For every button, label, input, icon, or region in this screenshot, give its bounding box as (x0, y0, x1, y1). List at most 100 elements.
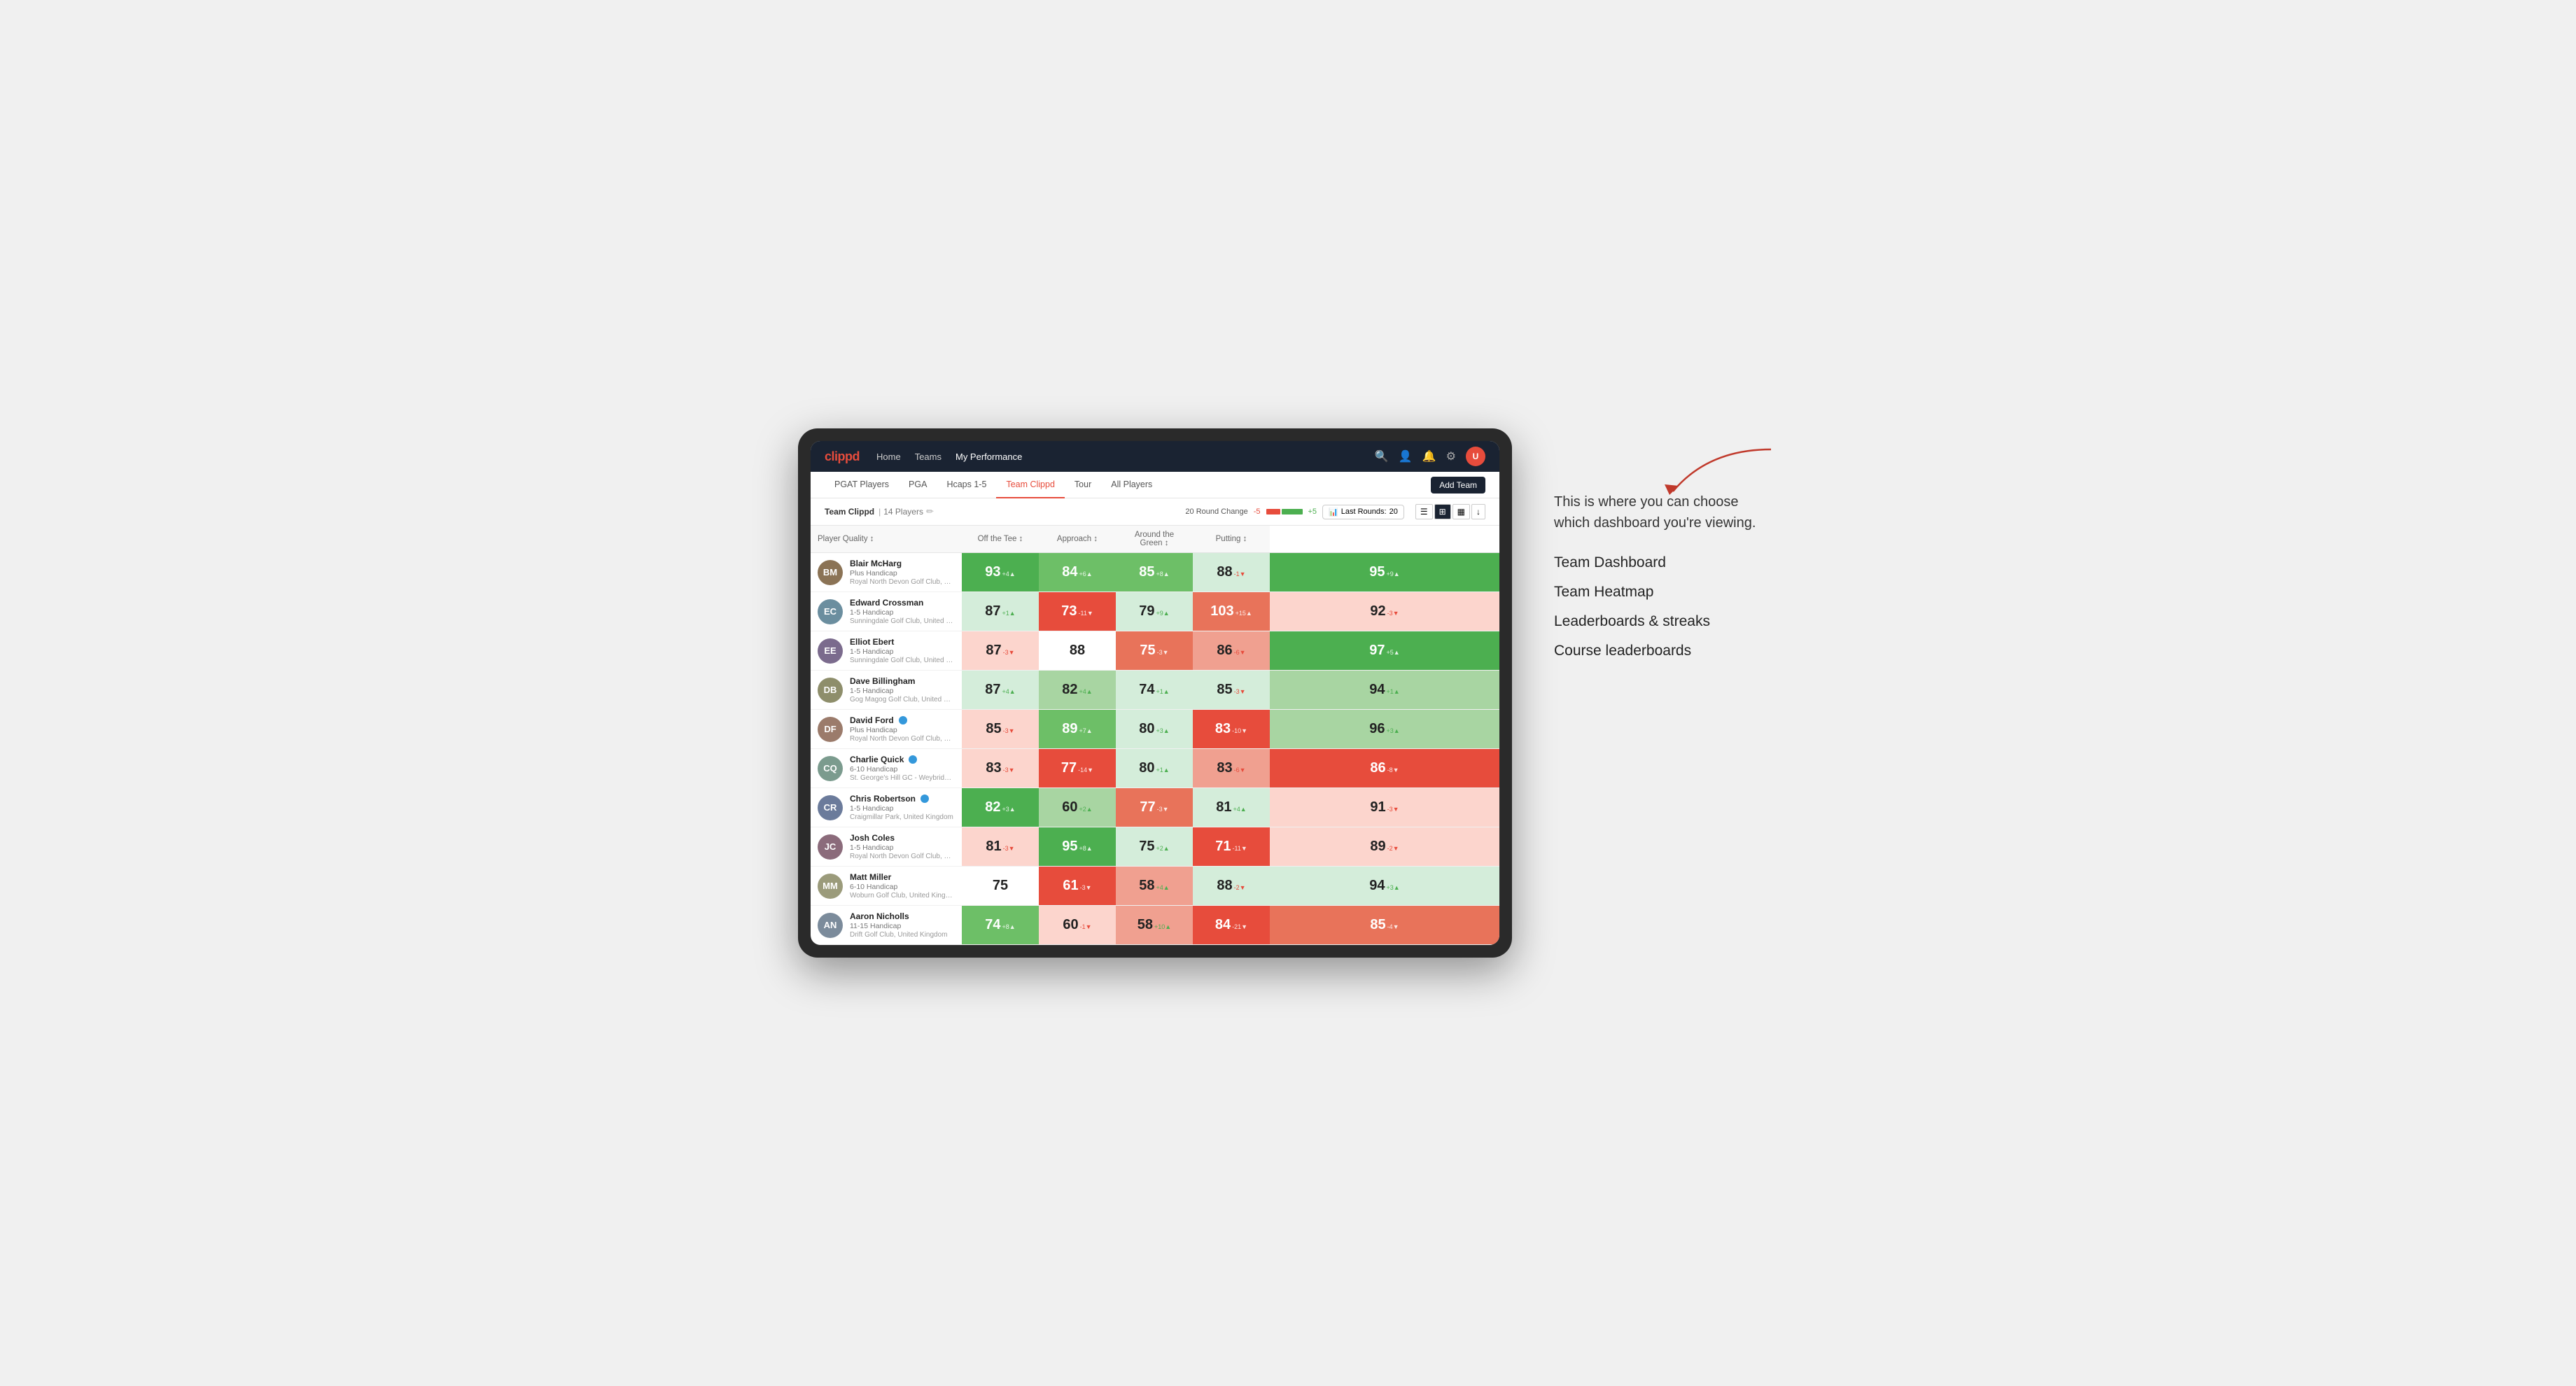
metric-change: -11▼ (1079, 610, 1093, 617)
player-cell-8[interactable]: MM Matt Miller 6-10 Handicap Woburn Golf… (811, 867, 962, 906)
metric-inner: 87 -3▼ (962, 631, 1039, 670)
player-info: Blair McHarg Plus Handicap Royal North D… (850, 559, 955, 586)
metric-change: -4▼ (1387, 923, 1399, 930)
player-cell-6[interactable]: CR Chris Robertson 1-5 Handicap Craigmil… (811, 788, 962, 827)
nav-my-performance[interactable]: My Performance (955, 449, 1022, 465)
player-name: Charlie Quick (850, 755, 955, 764)
add-team-button[interactable]: Add Team (1431, 477, 1485, 493)
metric-inner: 77 -14▼ (1039, 749, 1116, 788)
table-row: JC Josh Coles 1-5 Handicap Royal North D… (811, 827, 1499, 867)
nav-home[interactable]: Home (876, 449, 901, 465)
metric-value: 84 (1062, 564, 1077, 580)
sub-nav-hcaps[interactable]: Hcaps 1-5 (937, 472, 996, 498)
edit-icon[interactable]: ✏ (926, 506, 934, 517)
metric-value: 87 (986, 643, 1001, 659)
metric-change: +7▲ (1079, 727, 1093, 734)
metric-value: 71 (1215, 839, 1231, 855)
metric-cell-r7-c0: 81 -3▼ (962, 827, 1039, 867)
metric-cell-r9-c3: 84 -21▼ (1193, 906, 1270, 945)
settings-icon[interactable]: ⚙ (1446, 449, 1456, 463)
metric-cell-r2-c0: 87 -3▼ (962, 631, 1039, 671)
metric-inner: 77 -3▼ (1116, 788, 1193, 827)
nav-teams[interactable]: Teams (915, 449, 941, 465)
metric-value: 81 (1216, 799, 1231, 816)
col-putting[interactable]: Putting ↕ (1193, 526, 1270, 553)
tablet-screen: clippd Home Teams My Performance 🔍 👤 🔔 ⚙… (811, 441, 1499, 945)
player-club: Woburn Golf Club, United Kingdom (850, 892, 955, 899)
table-header-row: Player Quality ↕ Off the Tee ↕ Approach … (811, 526, 1499, 553)
player-cell-0[interactable]: BM Blair McHarg Plus Handicap Royal Nort… (811, 553, 962, 592)
player-cell-2[interactable]: EE Elliot Ebert 1-5 Handicap Sunningdale… (811, 631, 962, 671)
metric-change: -3▼ (1234, 688, 1246, 695)
team-separator: | (878, 507, 881, 517)
player-avatar: CQ (818, 756, 843, 781)
last-rounds-button[interactable]: 📊 Last Rounds: 20 (1322, 505, 1404, 519)
player-cell-9[interactable]: AN Aaron Nicholls 11-15 Handicap Drift G… (811, 906, 962, 945)
player-cell-5[interactable]: CQ Charlie Quick 6-10 Handicap St. Georg… (811, 749, 962, 788)
metric-cell-r1-c0: 87 +1▲ (962, 592, 1039, 631)
metric-value: 75 (1139, 839, 1154, 855)
sub-nav-tour[interactable]: Tour (1065, 472, 1101, 498)
metric-cell-r4-c3: 83 -10▼ (1193, 710, 1270, 749)
metric-inner: 84 +6▲ (1039, 553, 1116, 592)
last-rounds-value: 20 (1390, 507, 1398, 516)
metric-change: +1▲ (1156, 766, 1170, 774)
metric-value: 95 (1369, 564, 1385, 580)
bell-icon[interactable]: 🔔 (1422, 449, 1436, 463)
metric-value: 91 (1370, 799, 1385, 816)
player-avatar: DF (818, 717, 843, 742)
sub-nav-team-clippd[interactable]: Team Clippd (996, 472, 1064, 498)
metric-inner: 96 +3▲ (1270, 710, 1499, 748)
metric-value: 74 (1139, 682, 1154, 698)
player-name: Edward Crossman (850, 598, 955, 608)
metric-value: 58 (1139, 878, 1154, 894)
player-cell-3[interactable]: DB Dave Billingham 1-5 Handicap Gog Mago… (811, 671, 962, 710)
metric-change: +3▲ (1156, 727, 1170, 734)
metric-inner: 88 -1▼ (1193, 553, 1270, 592)
sub-nav-all-players[interactable]: All Players (1101, 472, 1162, 498)
verified-badge (899, 716, 907, 724)
option-course-leaderboards: Course leaderboards (1554, 643, 1778, 659)
metric-cell-r5-c1: 77 -14▼ (1039, 749, 1116, 788)
change-neg: -5 (1254, 507, 1261, 516)
sub-nav-pga[interactable]: PGA (899, 472, 937, 498)
metric-change: -3▼ (1080, 884, 1092, 891)
metric-value: 77 (1140, 799, 1155, 816)
search-icon[interactable]: 🔍 (1375, 449, 1389, 463)
sub-nav-pgat[interactable]: PGAT Players (825, 472, 899, 498)
user-avatar[interactable]: U (1466, 447, 1485, 466)
player-cell-4[interactable]: DF David Ford Plus Handicap Royal North … (811, 710, 962, 749)
player-club: Sunningdale Golf Club, United Kingdom (850, 657, 955, 664)
metric-cell-r8-c2: 58 +4▲ (1116, 867, 1193, 906)
view-download-button[interactable]: ↓ (1471, 504, 1485, 519)
metric-value: 85 (986, 721, 1001, 737)
metric-cell-r7-c4: 89 -2▼ (1270, 827, 1499, 867)
metric-change: +1▲ (1387, 688, 1400, 695)
metric-value: 73 (1061, 603, 1077, 620)
metric-value: 95 (1062, 839, 1077, 855)
metric-cell-r0-c3: 88 -1▼ (1193, 553, 1270, 592)
table-row: BM Blair McHarg Plus Handicap Royal Nort… (811, 553, 1499, 592)
metric-inner: 85 +8▲ (1116, 553, 1193, 592)
metric-change: -3▼ (1003, 845, 1015, 852)
metric-inner: 95 +9▲ (1270, 553, 1499, 592)
player-cell-7[interactable]: JC Josh Coles 1-5 Handicap Royal North D… (811, 827, 962, 867)
metric-inner: 82 +3▲ (962, 788, 1039, 827)
col-off-tee[interactable]: Off the Tee ↕ (962, 526, 1039, 553)
col-approach[interactable]: Approach ↕ (1039, 526, 1116, 553)
view-grid-button[interactable]: ⊞ (1434, 504, 1451, 519)
col-around-green[interactable]: Around the Green ↕ (1116, 526, 1193, 553)
metric-inner: 81 -3▼ (962, 827, 1039, 866)
player-name: Elliot Ebert (850, 637, 955, 647)
option-leaderboards: Leaderboards & streaks (1554, 613, 1778, 630)
view-list-button[interactable]: ☰ (1415, 504, 1433, 519)
metric-cell-r9-c1: 60 -1▼ (1039, 906, 1116, 945)
player-cell-1[interactable]: EC Edward Crossman 1-5 Handicap Sunningd… (811, 592, 962, 631)
verified-badge (909, 755, 917, 764)
metric-cell-r0-c4: 95 +9▲ (1270, 553, 1499, 592)
metric-inner: 61 -3▼ (1039, 867, 1116, 905)
user-icon[interactable]: 👤 (1399, 449, 1413, 463)
metric-change: -3▼ (1157, 649, 1169, 656)
player-handicap: 6-10 Handicap (850, 765, 955, 774)
view-heatmap-button[interactable]: ▦ (1452, 504, 1470, 519)
